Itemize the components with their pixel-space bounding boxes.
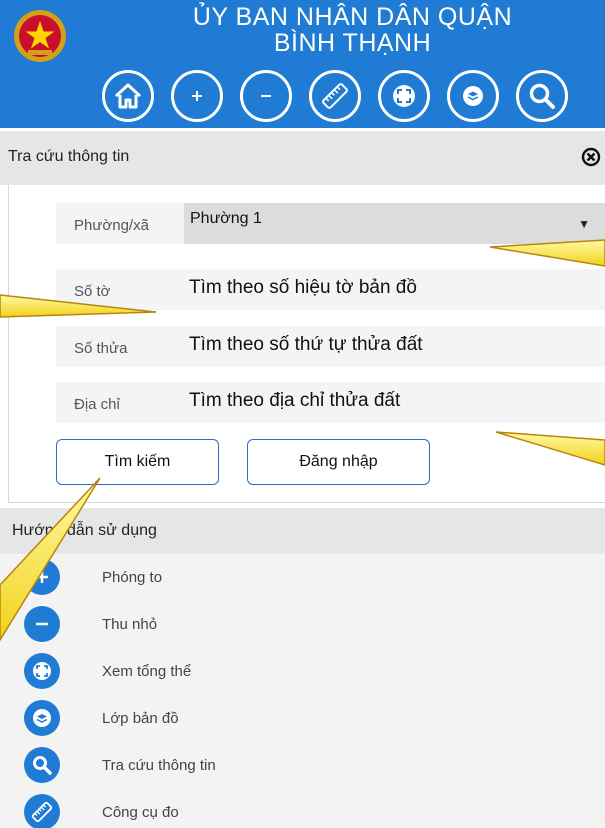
close-button[interactable] bbox=[581, 147, 601, 167]
parcel-label: Số thửa bbox=[74, 340, 128, 357]
parcel-input[interactable]: Tìm theo số thứ tự thửa đất bbox=[189, 334, 423, 356]
guide-header: Hướng dẫn sử dụng bbox=[0, 508, 605, 554]
address-row[interactable]: Địa chỉ Tìm theo địa chỉ thửa đất bbox=[56, 382, 605, 423]
ruler-icon bbox=[322, 83, 348, 109]
home-button[interactable] bbox=[102, 70, 154, 122]
ward-selected-value: Phường 1 bbox=[190, 210, 262, 227]
layers-icon bbox=[463, 86, 483, 106]
zoom-out-icon bbox=[24, 606, 60, 642]
ward-row: Phường/xã Phường 1 ▼ bbox=[56, 203, 605, 244]
title-line-2: BÌNH THẠNH bbox=[273, 29, 432, 57]
ruler-icon bbox=[24, 794, 60, 828]
guide-title: Hướng dẫn sử dụng bbox=[12, 522, 157, 539]
zoom-in-icon bbox=[24, 559, 60, 595]
dropdown-arrow-icon: ▼ bbox=[578, 217, 590, 231]
measure-button[interactable] bbox=[309, 70, 361, 122]
login-button[interactable]: Đăng nhập bbox=[247, 439, 430, 485]
guide-list: Phóng to Thu nhỏ Xem tổng thể Lớp bản đồ bbox=[0, 554, 605, 828]
search-submit-button[interactable]: Tìm kiếm bbox=[56, 439, 219, 485]
search-icon bbox=[24, 747, 60, 783]
fullscreen-icon bbox=[393, 85, 415, 107]
parcel-row[interactable]: Số thửa Tìm theo số thứ tự thửa đất bbox=[56, 326, 605, 367]
zoom-in-button[interactable] bbox=[171, 70, 223, 122]
fullscreen-icon bbox=[24, 653, 60, 689]
address-input[interactable]: Tìm theo địa chỉ thửa đất bbox=[189, 390, 400, 412]
list-item: Công cụ đo bbox=[0, 789, 605, 828]
ward-select[interactable]: Phường 1 ▼ bbox=[184, 203, 605, 244]
page-title: ỦY BAN NHÂN DÂN QUẬN BÌNH THẠNH bbox=[100, 4, 605, 56]
zoom-out-button[interactable] bbox=[240, 70, 292, 122]
home-icon bbox=[114, 83, 142, 109]
guide-item-label: Tra cứu thông tin bbox=[102, 757, 216, 774]
fullscreen-button[interactable] bbox=[378, 70, 430, 122]
guide-item-label: Xem tổng thể bbox=[102, 663, 192, 680]
zoom-out-icon bbox=[261, 95, 271, 97]
guide-item-label: Phóng to bbox=[102, 569, 163, 586]
title-line-1: ỦY BAN NHÂN DÂN QUẬN bbox=[192, 3, 513, 31]
zoom-in-icon bbox=[192, 91, 202, 101]
guide-item-label: Thu nhỏ bbox=[102, 616, 158, 633]
app-header: ỦY BAN NHÂN DÂN QUẬN BÌNH THẠNH bbox=[0, 0, 605, 128]
search-button[interactable] bbox=[516, 70, 568, 122]
guide-item-label: Lớp bản đồ bbox=[102, 710, 179, 727]
search-panel-title: Tra cứu thông tin bbox=[8, 148, 130, 165]
search-panel: Phường/xã Phường 1 ▼ Số tờ Tìm theo số h… bbox=[8, 185, 605, 503]
guide-item-label: Công cụ đo bbox=[102, 804, 179, 821]
search-icon bbox=[529, 83, 555, 109]
list-item: Tra cứu thông tin bbox=[0, 742, 605, 790]
list-item: Lớp bản đồ bbox=[0, 695, 605, 743]
address-label: Địa chỉ bbox=[74, 396, 120, 413]
sheet-input[interactable]: Tìm theo số hiệu tờ bản đồ bbox=[189, 277, 417, 299]
list-item: Xem tổng thể bbox=[0, 648, 605, 696]
list-item: Thu nhỏ bbox=[0, 601, 605, 649]
national-emblem-icon bbox=[12, 8, 68, 64]
close-icon bbox=[581, 147, 601, 167]
list-item: Phóng to bbox=[0, 554, 605, 602]
layers-button[interactable] bbox=[447, 70, 499, 122]
sheet-label: Số tờ bbox=[74, 283, 111, 300]
ward-label: Phường/xã bbox=[74, 217, 149, 234]
map-toolbar bbox=[102, 70, 568, 126]
layers-icon bbox=[24, 700, 60, 736]
search-panel-header: Tra cứu thông tin bbox=[0, 131, 605, 185]
sheet-row[interactable]: Số tờ Tìm theo số hiệu tờ bản đồ bbox=[56, 269, 605, 310]
